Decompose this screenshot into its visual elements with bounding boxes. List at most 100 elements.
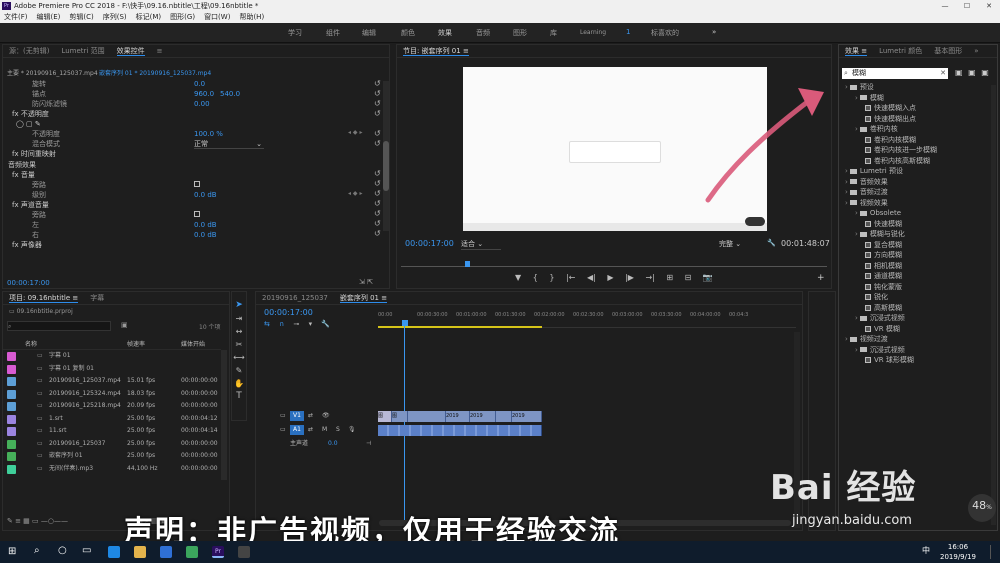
workspace-editing[interactable]: 编辑 — [362, 28, 376, 38]
timeline-tools[interactable]: ⇆ ∩ ⊸ ▾ 🔧 — [264, 320, 330, 328]
effects-item[interactable]: 卷积内核进一步模糊 — [865, 145, 937, 155]
tab-effect-controls[interactable]: 效果控件 — [116, 47, 145, 56]
workspace-graphics[interactable]: 图形 — [513, 28, 527, 38]
menu-marker[interactable]: 标记(M) — [136, 13, 162, 21]
explorer-icon[interactable] — [134, 546, 146, 558]
clip[interactable]: 2019 — [512, 411, 542, 422]
work-area-bar[interactable] — [378, 326, 542, 328]
chevron-down-icon[interactable]: › — [855, 346, 858, 354]
label-color-swatch[interactable] — [7, 352, 16, 361]
task-view-icon[interactable]: ▭ — [82, 545, 91, 556]
clip[interactable]: 图 — [392, 411, 408, 422]
program-title[interactable]: 节目: 嵌套序列 01 ≡ — [403, 47, 469, 56]
audio-clip[interactable] — [378, 425, 542, 436]
menu-file[interactable]: 文件(F) — [4, 13, 28, 21]
chevron-down-icon[interactable]: › — [855, 314, 858, 322]
pen-tool-icon[interactable]: ✎ — [232, 366, 246, 375]
cortana-icon[interactable]: ○ — [58, 545, 67, 556]
label-color-swatch[interactable] — [7, 389, 16, 399]
prop-level-value[interactable]: 0.0 dB — [194, 190, 217, 200]
camera-icon[interactable]: 📷 — [703, 273, 713, 282]
effect-controls-timecode[interactable]: 00:00:17:00 — [7, 279, 50, 287]
clip[interactable]: 2019 — [446, 411, 470, 422]
ripple-edit-tool-icon[interactable]: ↔ — [232, 327, 246, 336]
play-button[interactable]: ▶ — [607, 273, 613, 282]
effects-folder[interactable]: › 卷积内核 — [855, 124, 898, 134]
v1-track-header[interactable]: ▭ V1 ⇄ 👁 — [280, 410, 376, 422]
effects-folder[interactable]: › 视频效果 — [845, 198, 888, 208]
tab-lumetri-color[interactable]: Lumetri 颜色 — [879, 47, 922, 55]
add-marker-button[interactable]: ▼ — [515, 273, 521, 282]
project-list-item[interactable]: ▭ 字幕 01 — [3, 350, 221, 362]
type-tool-icon[interactable]: T — [232, 391, 246, 401]
effects-item[interactable]: 锐化 — [865, 292, 888, 302]
clip[interactable] — [496, 411, 512, 422]
menu-help[interactable]: 帮助(H) — [239, 13, 264, 21]
workspace-audio[interactable]: 音频 — [476, 28, 490, 38]
app-icon[interactable] — [238, 546, 250, 558]
effects-item[interactable]: VR 球形模糊 — [865, 355, 914, 365]
effects-folder[interactable]: › 音频过渡 — [845, 187, 888, 197]
v1-toggle[interactable]: V1 — [290, 411, 304, 421]
effects-search-input[interactable]: ⌕ 模糊 ✕ — [842, 68, 948, 79]
prop-antiflicker-value[interactable]: 0.00 — [194, 99, 210, 109]
workspace-learn[interactable]: 学习 — [288, 28, 302, 38]
workspace-1[interactable]: 1 — [626, 28, 630, 36]
workspace-color[interactable]: 颜色 — [401, 28, 415, 38]
effects-item[interactable]: 卷积内核高斯模糊 — [865, 156, 930, 166]
prop-opacity-value[interactable]: 100.0 % — [194, 129, 223, 139]
project-search-input[interactable]: ⌕ — [7, 321, 111, 331]
project-list-item[interactable]: ▭ 1.srt 25.00 fps 00:00:04:12 — [3, 413, 221, 425]
timeline-timecode[interactable]: 00:00:17:00 — [264, 308, 313, 317]
new-bin-icon[interactable]: ▣ — [121, 321, 128, 329]
tab-source[interactable]: 源：(无剪辑) — [9, 47, 49, 55]
chevron-down-icon[interactable]: › — [845, 188, 848, 196]
mark-out-button[interactable]: } — [549, 273, 554, 282]
chevron-down-icon[interactable]: › — [845, 178, 848, 186]
tab-sequence-1[interactable]: 20190916_125037 — [262, 294, 328, 302]
sequence-clip-label[interactable]: 嵌套序列 01 * 20190916_125037.mp4 — [99, 69, 211, 79]
effects-item[interactable]: 快速模糊入点 — [865, 103, 916, 113]
menu-edit[interactable]: 编辑(E) — [37, 13, 61, 21]
workspace-assembly[interactable]: 组件 — [326, 28, 340, 38]
tab-essential-graphics[interactable]: 基本图形 — [934, 47, 962, 55]
go-to-out-button[interactable]: →| — [645, 273, 654, 282]
workspace-more-icon[interactable]: » — [712, 28, 716, 36]
label-color-swatch[interactable] — [7, 414, 16, 424]
project-list-item[interactable]: ▭ 无间(伴奏).mp3 44,100 Hz 00:00:00:00 — [3, 463, 221, 475]
chevron-down-icon[interactable]: › — [845, 167, 848, 175]
a1-toggle[interactable]: A1 — [290, 425, 304, 435]
prop-right-value[interactable]: 0.0 dB — [194, 230, 217, 240]
project-scrollbar[interactable] — [221, 350, 227, 480]
a1-track-header[interactable]: ▭ A1 ⇄ M S 🎙 — [280, 424, 376, 436]
effects-item[interactable]: 快速模糊 — [865, 219, 902, 229]
effects-item[interactable]: 快速模糊出点 — [865, 114, 916, 124]
export-icons[interactable]: ⇲ ⇱ — [359, 278, 373, 286]
project-list-item[interactable]: ▭ 字幕 01 复制 01 — [3, 363, 221, 375]
label-color-swatch[interactable] — [7, 439, 16, 449]
clip[interactable] — [408, 411, 446, 422]
start-icon[interactable]: ⊞ — [8, 546, 16, 557]
effect-filter-icons[interactable]: ▣ ▣ ▣ — [955, 68, 989, 77]
transport-controls[interactable]: ▼ { } |← ◀| ▶ |▶ →| ⊞ ⊟ 📷 — [515, 273, 815, 282]
menu-clip[interactable]: 剪辑(C) — [69, 13, 93, 21]
effects-item[interactable]: 方向模糊 — [865, 250, 902, 260]
bypass-checkbox-2[interactable] — [194, 210, 200, 220]
add-button[interactable]: + — [817, 273, 825, 283]
chevron-down-icon[interactable]: › — [845, 199, 848, 207]
maximize-button[interactable]: ☐ — [956, 0, 978, 12]
effects-item[interactable]: 复合模糊 — [865, 240, 902, 250]
tab-lumetri-scopes[interactable]: Lumetri 范围 — [61, 47, 104, 55]
timeline-playhead-handle[interactable] — [402, 320, 408, 326]
go-to-in-button[interactable]: |← — [566, 273, 575, 282]
chevron-down-icon[interactable]: › — [845, 83, 848, 91]
mark-in-button[interactable]: { — [533, 273, 538, 282]
label-color-swatch[interactable] — [7, 377, 16, 386]
effects-item[interactable]: VR 模糊 — [865, 324, 900, 334]
prop-rotation-value[interactable]: 0.0 — [194, 79, 205, 89]
edge-icon[interactable] — [108, 546, 120, 558]
effects-item[interactable]: 相机模糊 — [865, 261, 902, 271]
chevron-down-icon[interactable]: › — [845, 335, 848, 343]
effects-folder[interactable]: › 音频效果 — [845, 177, 888, 187]
prop-anchor-y[interactable]: 540.0 — [220, 89, 240, 99]
